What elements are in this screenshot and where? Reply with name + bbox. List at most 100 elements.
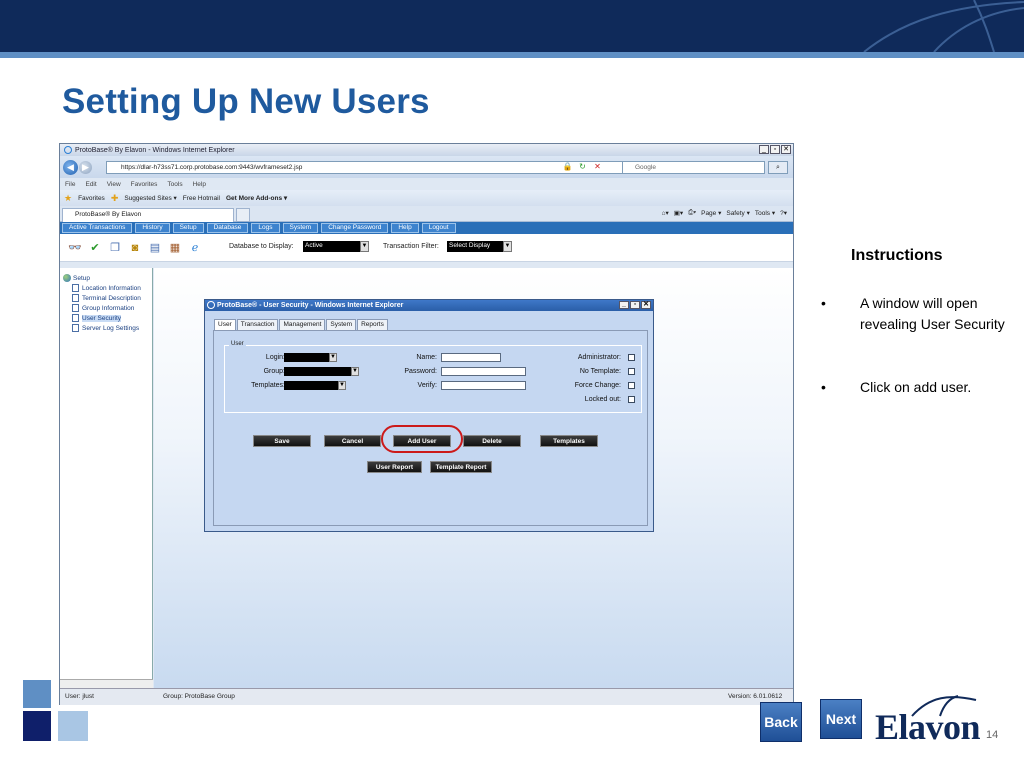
document-icon bbox=[72, 324, 79, 332]
ie-refresh-icon[interactable]: ℯ bbox=[188, 241, 202, 255]
search-icon[interactable]: ⌕ bbox=[768, 161, 788, 174]
nav-logs[interactable]: Logs bbox=[251, 223, 280, 233]
transaction-filter-select[interactable]: Select Display ▼ bbox=[447, 241, 512, 252]
nav-setup[interactable]: Setup bbox=[172, 223, 204, 233]
star-icon: ★ bbox=[64, 192, 73, 203]
administrator-label: Administrator: bbox=[577, 354, 621, 361]
header-stripe bbox=[0, 52, 1024, 58]
delete-button[interactable]: Delete bbox=[463, 435, 521, 447]
url-input[interactable]: https://dlar-h73ss71.corp.protobase.com:… bbox=[106, 161, 631, 174]
glasses-icon[interactable]: 👓 bbox=[68, 241, 82, 255]
nav-active-transactions[interactable]: Active Transactions bbox=[62, 223, 133, 233]
app-toolbar: 👓 ✔ ❐ ◙ ▤ ▦ ℯ Database to Display: Activ… bbox=[60, 234, 793, 262]
status-version: Version: 6.01.0612 bbox=[728, 693, 783, 700]
export-icon[interactable]: ▦ bbox=[168, 241, 182, 255]
nav-system[interactable]: System bbox=[282, 223, 319, 233]
search-input[interactable]: Google bbox=[622, 161, 765, 174]
favorites-button[interactable]: Favorites bbox=[78, 195, 105, 202]
nav-history[interactable]: History bbox=[135, 223, 170, 233]
tree-root[interactable]: Setup bbox=[63, 274, 90, 282]
name-input[interactable] bbox=[441, 353, 501, 362]
templates-select[interactable]: ▼ bbox=[284, 381, 346, 390]
administrator-checkbox[interactable] bbox=[628, 354, 635, 361]
report-icon[interactable]: ▤ bbox=[148, 241, 162, 255]
minimize-icon[interactable]: _ bbox=[619, 301, 629, 309]
print-icon[interactable]: ⎙▾ bbox=[688, 209, 696, 217]
nav-logout[interactable]: Logout bbox=[421, 223, 456, 233]
back-button[interactable]: Back bbox=[760, 702, 802, 742]
menu-favorites[interactable]: Favorites bbox=[131, 181, 158, 188]
nav-change-password[interactable]: Change Password bbox=[321, 223, 389, 233]
page-menu[interactable]: Page ▾ bbox=[701, 209, 721, 217]
browser-titlebar: ProtoBase® By Elavon - Windows Internet … bbox=[60, 144, 793, 156]
menu-file[interactable]: File bbox=[65, 181, 75, 188]
group-select[interactable]: ▼ bbox=[284, 367, 359, 376]
refresh-icon[interactable]: ↻ bbox=[577, 161, 588, 172]
force-change-checkbox[interactable] bbox=[628, 382, 635, 389]
nav-help[interactable]: Help bbox=[391, 223, 419, 233]
tools-menu[interactable]: Tools ▾ bbox=[755, 209, 775, 217]
save-button[interactable]: Save bbox=[253, 435, 311, 447]
fav-link-suggested[interactable]: Suggested Sites ▾ bbox=[124, 194, 176, 202]
approve-icon[interactable]: ✔ bbox=[88, 241, 102, 255]
close-icon[interactable]: ✕ bbox=[781, 145, 791, 154]
user-fieldset: User Login: ▼ Group: ▼ Templates: ▼ Name… bbox=[224, 341, 642, 413]
no-template-checkbox[interactable] bbox=[628, 368, 635, 375]
cancel-button[interactable]: Cancel bbox=[324, 435, 381, 447]
db-label: Database to Display: bbox=[229, 243, 294, 250]
tab-bar: ProtoBase® By Elavon ⌂▾ ▣▾ ⎙▾ Page ▾ Saf… bbox=[60, 206, 793, 222]
nav-database[interactable]: Database bbox=[206, 223, 249, 233]
tab-system[interactable]: System bbox=[326, 319, 357, 330]
feeds-icon[interactable]: ▣▾ bbox=[674, 209, 683, 217]
help-icon[interactable]: ?▾ bbox=[780, 209, 787, 217]
template-report-button[interactable]: Template Report bbox=[430, 461, 492, 473]
locked-out-checkbox[interactable] bbox=[628, 396, 635, 403]
menu-tools[interactable]: Tools bbox=[167, 181, 182, 188]
stop-icon[interactable]: ✕ bbox=[592, 161, 603, 172]
safety-menu[interactable]: Safety ▾ bbox=[726, 209, 750, 217]
window-controls: _ ▫ ✕ bbox=[759, 145, 791, 154]
tree-item-location-information[interactable]: Location Information bbox=[72, 284, 141, 292]
maximize-icon[interactable]: ▫ bbox=[630, 301, 640, 309]
name-label: Name: bbox=[416, 354, 437, 361]
browser-tab[interactable]: ProtoBase® By Elavon bbox=[62, 208, 234, 222]
menu-edit[interactable]: Edit bbox=[85, 181, 96, 188]
close-icon[interactable]: ✕ bbox=[641, 301, 651, 309]
locked-out-label: Locked out: bbox=[584, 396, 621, 403]
verify-input[interactable] bbox=[441, 381, 526, 390]
add-favorite-icon[interactable]: ✚ bbox=[111, 193, 119, 204]
tree-item-server-log-settings[interactable]: Server Log Settings bbox=[72, 324, 139, 332]
fav-link-addons[interactable]: Get More Add-ons ▾ bbox=[226, 194, 287, 202]
user-report-button[interactable]: User Report bbox=[367, 461, 422, 473]
document-icon bbox=[72, 294, 79, 302]
tab-management[interactable]: Management bbox=[279, 319, 326, 330]
tab-transaction[interactable]: Transaction bbox=[236, 319, 279, 330]
forward-arrow-icon[interactable]: ▶ bbox=[79, 160, 92, 174]
database-select[interactable]: Active ▼ bbox=[303, 241, 369, 252]
money-bag-icon[interactable]: ◙ bbox=[128, 241, 142, 255]
fav-link-hotmail[interactable]: Free Hotmail bbox=[183, 195, 220, 202]
maximize-icon[interactable]: ▫ bbox=[770, 145, 780, 154]
copy-icon[interactable]: ❐ bbox=[108, 241, 122, 255]
document-icon bbox=[72, 314, 79, 322]
tree-item-user-security[interactable]: User Security bbox=[72, 314, 122, 322]
tab-reports[interactable]: Reports bbox=[357, 319, 388, 330]
status-bar: User: jlust Group: ProtoBase Group Versi… bbox=[60, 688, 793, 705]
new-tab-button[interactable] bbox=[236, 208, 250, 222]
next-button[interactable]: Next bbox=[820, 699, 862, 739]
home-icon[interactable]: ⌂▾ bbox=[662, 209, 669, 217]
password-input[interactable] bbox=[441, 367, 526, 376]
tree-item-group-information[interactable]: Group Information bbox=[72, 304, 134, 312]
browser-title: ProtoBase® By Elavon - Windows Internet … bbox=[75, 146, 235, 154]
menu-help[interactable]: Help bbox=[193, 181, 206, 188]
templates-button[interactable]: Templates bbox=[540, 435, 598, 447]
lock-icon[interactable]: 🔒 bbox=[562, 161, 573, 172]
instructions-title: Instructions bbox=[851, 247, 943, 264]
tree-item-terminal-description[interactable]: Terminal Description bbox=[72, 294, 141, 302]
minimize-icon[interactable]: _ bbox=[759, 145, 769, 154]
menu-view[interactable]: View bbox=[107, 181, 121, 188]
login-select[interactable]: ▼ bbox=[284, 353, 337, 362]
bullet-dot: • bbox=[821, 379, 826, 395]
back-arrow-icon[interactable]: ◀ bbox=[63, 159, 78, 175]
tree-scrollbar[interactable] bbox=[60, 679, 153, 688]
